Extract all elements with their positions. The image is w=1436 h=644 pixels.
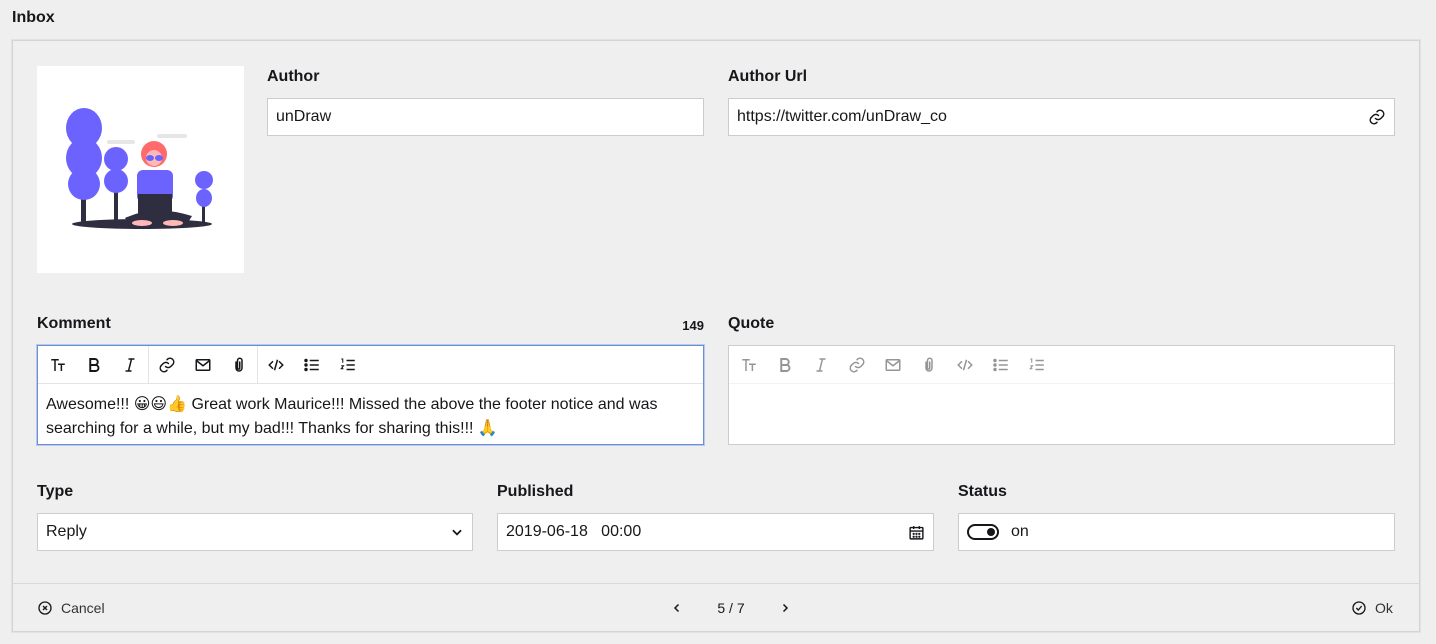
type-value: Reply <box>46 523 87 540</box>
toggle-switch[interactable] <box>967 524 999 540</box>
bullet-list-icon <box>983 346 1019 384</box>
status-value: on <box>1011 523 1029 540</box>
cancel-button[interactable]: Cancel <box>37 584 105 632</box>
chevron-down-icon <box>450 525 464 539</box>
calendar-icon[interactable] <box>908 524 925 541</box>
bold-icon <box>767 346 803 384</box>
quote-toolbar <box>729 346 1394 384</box>
code-icon[interactable] <box>258 346 294 384</box>
komment-text[interactable]: Awesome!!! 😀😃👍 Great work Maurice!!! Mis… <box>38 384 703 450</box>
ok-button[interactable]: Ok <box>1351 584 1393 632</box>
dialog-footer: Cancel 5 / 7 Ok <box>13 583 1419 631</box>
email-icon <box>875 346 911 384</box>
status-toggle-field[interactable]: on <box>958 513 1395 551</box>
author-url-label: Author Url <box>728 68 808 85</box>
dialog-body: Author unDraw Author Url https://twitter… <box>13 41 1419 583</box>
email-icon[interactable] <box>185 346 221 384</box>
author-url-input[interactable]: https://twitter.com/unDraw_co <box>728 98 1395 136</box>
chevron-right-icon[interactable] <box>771 594 799 622</box>
author-label: Author <box>267 68 320 85</box>
code-icon <box>947 346 983 384</box>
chevron-left-icon[interactable] <box>663 594 691 622</box>
section-title: Inbox <box>12 9 55 26</box>
published-input[interactable]: 2019-06-18 00:00 <box>497 513 934 551</box>
cancel-icon <box>38 601 52 615</box>
ordered-list-icon <box>1019 346 1055 384</box>
link-icon <box>839 346 875 384</box>
attachment-icon <box>911 346 947 384</box>
author-input[interactable]: unDraw <box>267 98 704 136</box>
komment-toolbar <box>38 346 703 384</box>
attachment-icon[interactable] <box>221 346 257 384</box>
quote-text[interactable] <box>729 384 1394 402</box>
author-image[interactable] <box>37 66 244 273</box>
cancel-label: Cancel <box>61 600 105 616</box>
headings-icon[interactable] <box>40 346 76 384</box>
pagination-text: 5 / 7 <box>717 600 745 616</box>
ordered-list-icon[interactable] <box>330 346 366 384</box>
author-url-value: https://twitter.com/unDraw_co <box>737 108 947 125</box>
komment-label: Komment <box>37 315 111 332</box>
quote-label: Quote <box>728 315 775 332</box>
pagination: 5 / 7 <box>663 584 799 632</box>
published-value: 2019-06-18 00:00 <box>506 523 642 540</box>
person-laptop-illustration <box>66 108 213 229</box>
published-label: Published <box>497 483 574 500</box>
author-value: unDraw <box>276 108 332 125</box>
italic-icon[interactable] <box>112 346 148 384</box>
type-label: Type <box>37 483 74 500</box>
character-counter: 149 <box>682 318 704 333</box>
status-label: Status <box>958 483 1007 500</box>
bullet-list-icon[interactable] <box>294 346 330 384</box>
link-icon[interactable] <box>1368 108 1386 126</box>
check-circle-icon <box>1352 601 1366 615</box>
link-icon[interactable] <box>149 346 185 384</box>
bold-icon[interactable] <box>76 346 112 384</box>
edit-dialog: Author unDraw Author Url https://twitter… <box>12 40 1420 632</box>
italic-icon <box>803 346 839 384</box>
headings-icon <box>731 346 767 384</box>
type-select[interactable]: Reply <box>37 513 473 551</box>
komment-editor[interactable]: Awesome!!! 😀😃👍 Great work Maurice!!! Mis… <box>37 345 704 445</box>
ok-label: Ok <box>1375 600 1393 616</box>
quote-editor[interactable] <box>728 345 1395 445</box>
